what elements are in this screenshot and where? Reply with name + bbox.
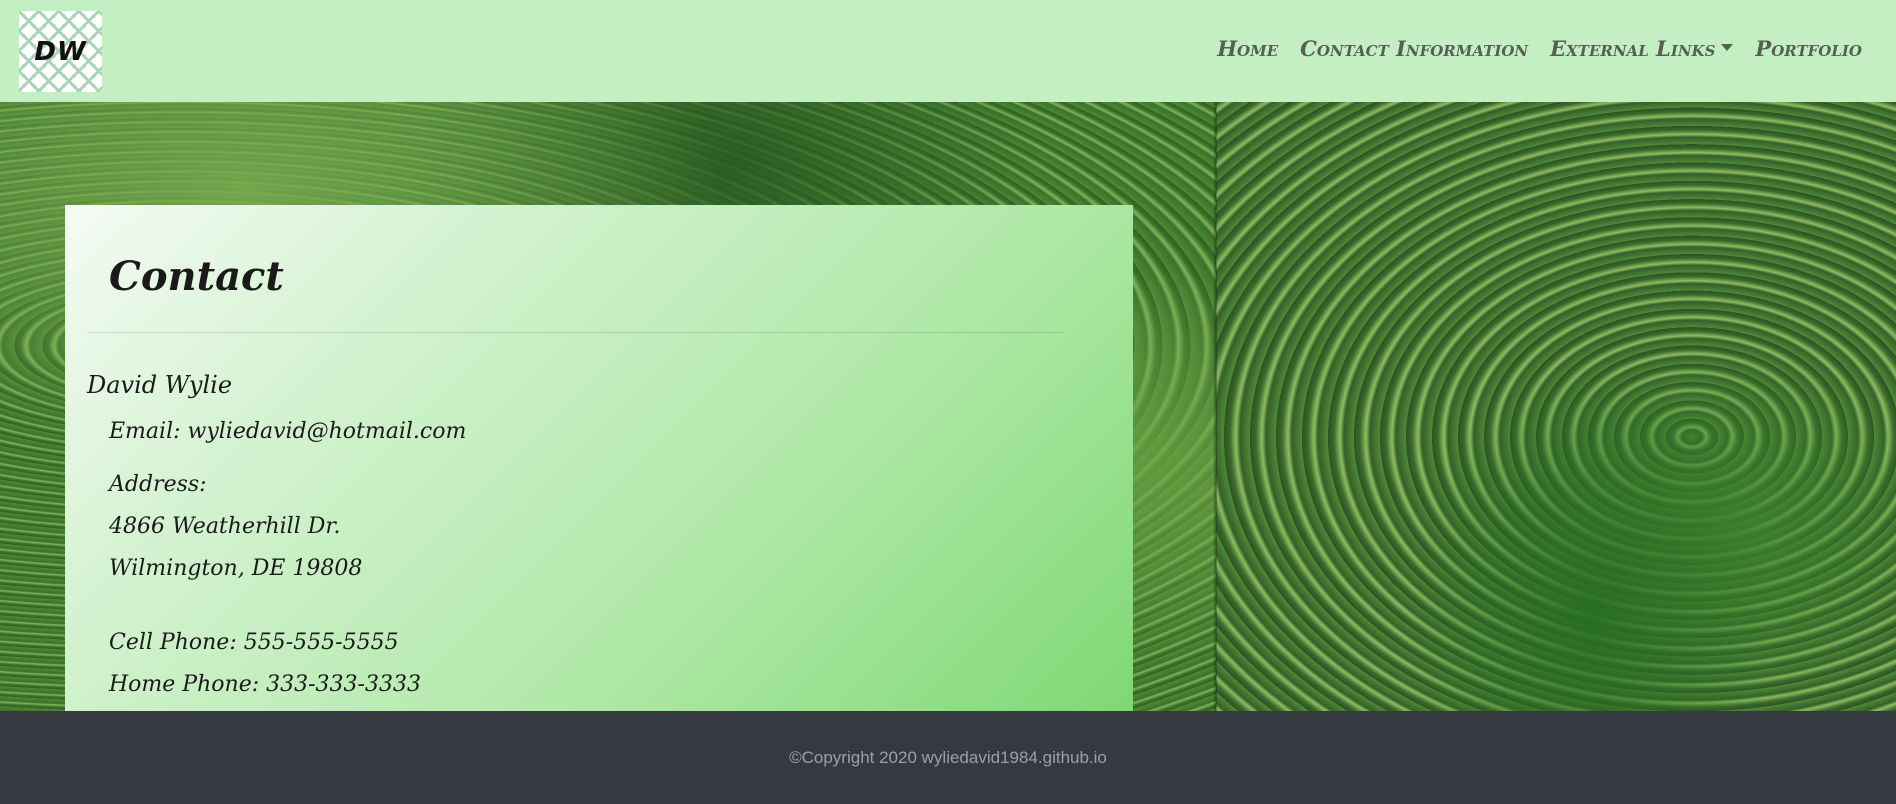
caret-down-icon bbox=[1721, 44, 1734, 51]
nav-link-portfolio[interactable]: Portfolio bbox=[1755, 36, 1862, 61]
title-divider bbox=[87, 332, 1063, 333]
home-phone: Home Phone: 333-333-3333 bbox=[109, 672, 421, 697]
contact-name: David Wylie bbox=[87, 371, 233, 399]
nav-link-home[interactable]: Home bbox=[1217, 36, 1278, 61]
contact-card: Contact David Wylie Email: wyliedavid@ho… bbox=[65, 205, 1133, 711]
navbar: DW Home Contact Information External Lin… bbox=[0, 0, 1896, 102]
dw-logo[interactable]: DW bbox=[19, 11, 102, 92]
footer: ©Copyright 2020 wyliedavid1984.github.io bbox=[0, 711, 1896, 804]
address-label: Address: bbox=[109, 472, 207, 497]
rice-terrace-image-right bbox=[1216, 102, 1896, 711]
contact-title: Contact bbox=[109, 253, 284, 300]
nav-link-external-label: External Links bbox=[1550, 36, 1716, 61]
address-city: Wilmington, DE 19808 bbox=[109, 556, 363, 581]
nav-link-contact[interactable]: Contact Information bbox=[1300, 36, 1528, 61]
logo-text: DW bbox=[34, 36, 87, 67]
image-seam bbox=[1214, 102, 1217, 711]
cell-phone: Cell Phone: 555-555-5555 bbox=[109, 630, 399, 655]
contact-email: Email: wyliedavid@hotmail.com bbox=[109, 419, 467, 444]
nav-link-external-dropdown[interactable]: External Links bbox=[1550, 36, 1734, 61]
nav-links: Home Contact Information External Links … bbox=[1217, 36, 1862, 61]
address-street: 4866 Weatherhill Dr. bbox=[109, 514, 341, 539]
footer-copyright: ©Copyright 2020 wyliedavid1984.github.io bbox=[789, 747, 1107, 767]
